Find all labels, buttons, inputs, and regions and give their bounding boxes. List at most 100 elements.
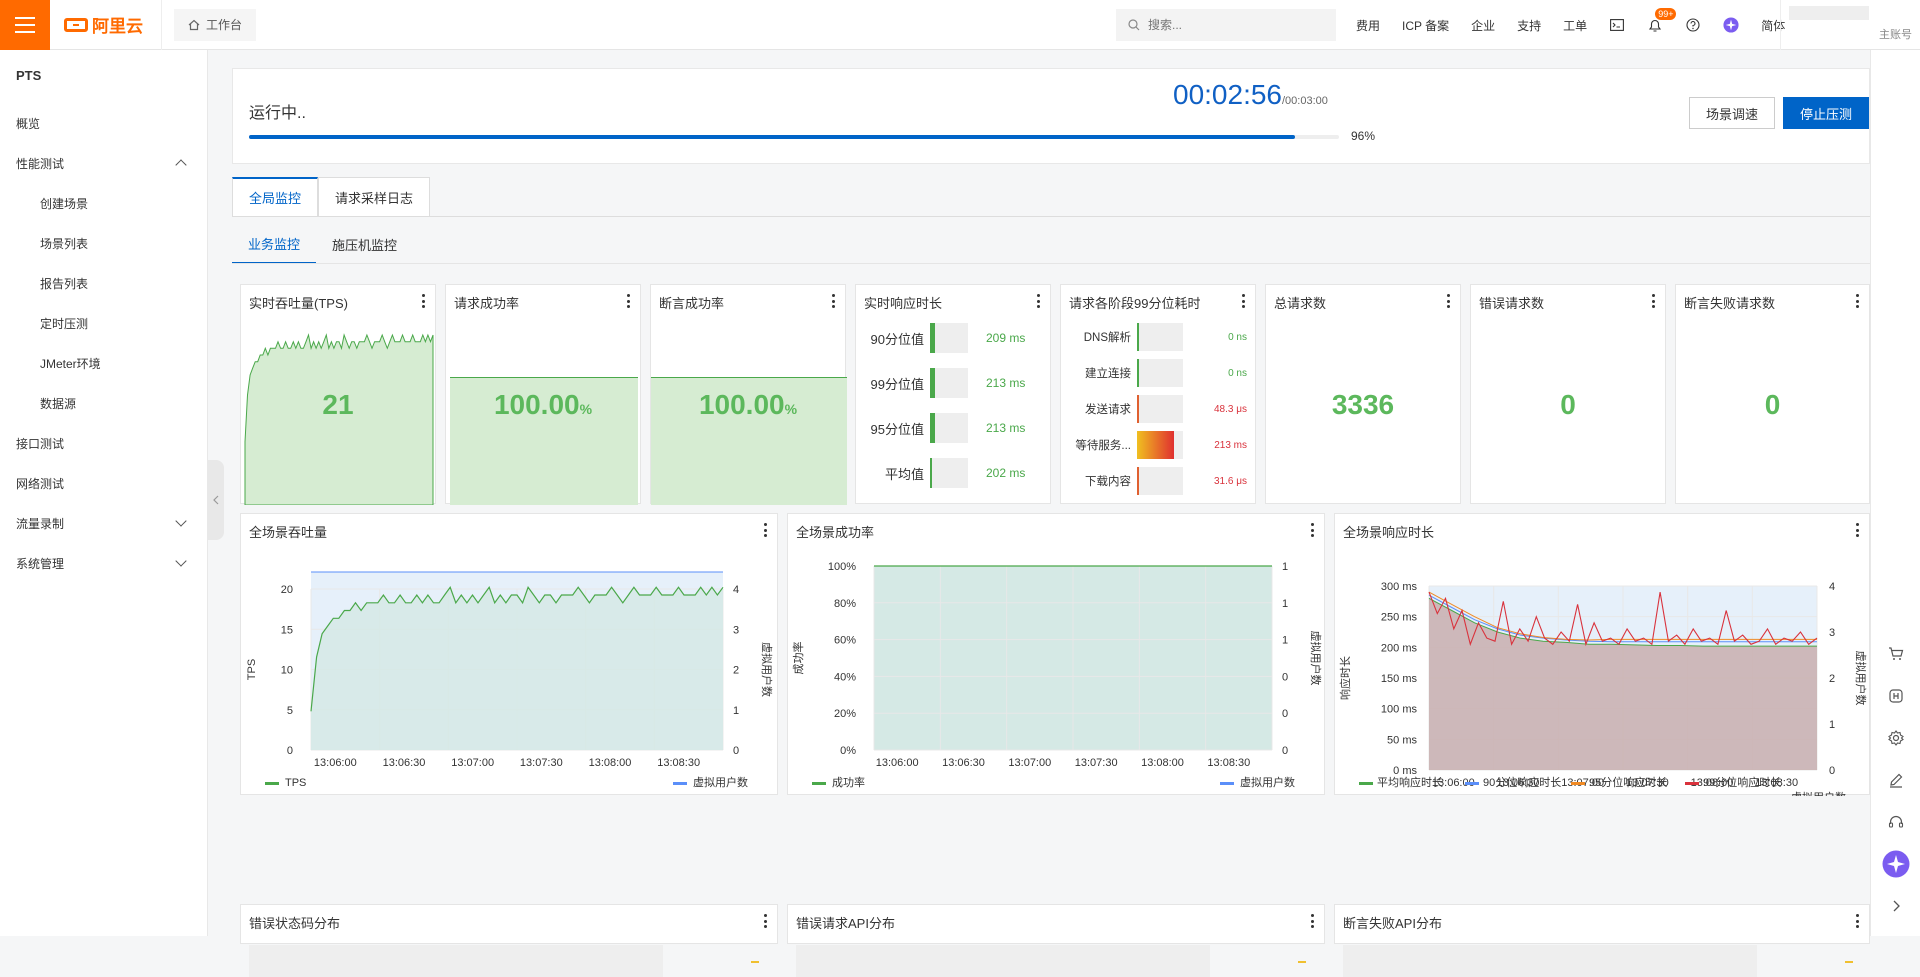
notification-badge: 99+: [1655, 8, 1677, 20]
nav-enterprise[interactable]: 企业: [1471, 17, 1495, 34]
x-tick-label: 13:08:00: [589, 757, 632, 769]
sidebar-item-api-test[interactable]: 接口测试: [0, 423, 207, 463]
success-chart: 0% 20% 40% 60% 80% 100% 0 0 0 1 1 1 13:06:00 13:06:30…: [791, 561, 1323, 789]
help-icon[interactable]: [1685, 17, 1701, 33]
chevron-down-icon: [175, 555, 187, 567]
sidebar-item-create-scene[interactable]: 创建场景: [0, 183, 207, 223]
rt-bar: [930, 458, 968, 488]
stage-row: 发送请求 48.3 μs: [1069, 395, 1259, 423]
legend-tps: TPS: [285, 777, 306, 789]
ai-assistant-icon[interactable]: [1723, 17, 1739, 33]
assistant-icon[interactable]: [1882, 850, 1910, 878]
menu-button[interactable]: [0, 0, 50, 50]
stage-label: 下载内容: [1085, 476, 1131, 488]
y2-tick-label: 0: [1829, 765, 1835, 777]
sidebar-collapse-handle[interactable]: [208, 460, 224, 540]
sidebar-item-scheduled[interactable]: 定时压测: [0, 303, 207, 343]
headset-icon[interactable]: [1886, 812, 1906, 832]
y2-tick-label: 0: [1282, 745, 1288, 757]
stage-row: 等待服务... 213 ms: [1069, 431, 1259, 459]
kpi-stage-card: 请求各阶段99分位耗时 DNS解析 0 ns 建立连接 0 ns 发送请求 48.3 μs…: [1060, 284, 1256, 504]
chip-icon[interactable]: [1886, 686, 1906, 706]
kpi-total-card: 总请求数 3336: [1265, 284, 1461, 504]
tab-sampling-log[interactable]: 请求采样日志: [318, 177, 431, 217]
tab-business-monitor[interactable]: 业务监控: [232, 224, 317, 264]
y2-tick-label: 0: [733, 745, 739, 757]
top-bar: 阿里云 工作台 费用 ICP 备案 企业 支持 工单 99+ 简体 主账号: [0, 0, 1920, 50]
more-icon[interactable]: [1032, 293, 1044, 309]
more-icon[interactable]: [622, 293, 634, 309]
tab-global-monitor[interactable]: 全局监控: [232, 177, 319, 217]
card-title: 请求成功率: [454, 296, 520, 311]
y-tick-label: 0 ms: [1393, 765, 1417, 777]
y2-tick-label: 1: [733, 705, 739, 717]
sidebar-item-report-list[interactable]: 报告列表: [0, 263, 207, 303]
terminal-icon[interactable]: [1609, 17, 1625, 33]
sidebar-item-perf-test[interactable]: 性能测试: [0, 143, 207, 183]
kpi-success-value: 100.00%: [493, 389, 593, 420]
loading-skeleton: [796, 945, 1210, 977]
card-title: 实时响应时长: [864, 296, 943, 311]
search-input[interactable]: [1148, 18, 1318, 32]
right-toolbar: [1870, 50, 1920, 936]
search-box[interactable]: [1116, 9, 1336, 41]
cart-icon[interactable]: [1886, 644, 1906, 664]
more-icon[interactable]: [1851, 913, 1863, 929]
card-title: 断言失败API分布: [1343, 916, 1442, 931]
more-icon[interactable]: [1442, 293, 1454, 309]
card-title: 错误状态码分布: [249, 916, 341, 931]
kpi-error-value: 0: [1560, 389, 1576, 420]
account-menu[interactable]: 主账号: [1780, 0, 1920, 50]
sidebar-item-overview[interactable]: 概览: [0, 103, 207, 143]
y2-axis-label: 虚拟用户数: [1309, 631, 1323, 686]
y-tick-label: 0%: [840, 745, 856, 757]
tps-chart: 0 5 10 15 20 0 1 2 3 4 13:06:00 13:06:30 13:07:00 13:…: [246, 571, 774, 789]
kpi-tps-card: 实时吞吐量(TPS) 21: [240, 284, 436, 505]
x-tick-label: 13:07:00: [451, 757, 494, 769]
more-icon[interactable]: [1237, 293, 1249, 309]
more-icon[interactable]: [759, 913, 771, 929]
chart-success-card: 全场景成功率 0% 20% 40% 60% 80% 100% 0 0 0 1 1 1 13:06:00 1…: [787, 513, 1325, 795]
bell-icon[interactable]: 99+: [1647, 8, 1677, 33]
sidebar-item-system[interactable]: 系统管理: [0, 543, 207, 583]
more-icon[interactable]: [827, 293, 839, 309]
kpi-assert-fail-value: 0: [1764, 389, 1781, 420]
settings-icon[interactable]: [1886, 728, 1906, 748]
aliyun-logo[interactable]: 阿里云: [50, 0, 162, 50]
rt-bar: [930, 413, 968, 443]
nav-support[interactable]: 支持: [1517, 17, 1541, 34]
err-code-card: 错误状态码分布: [240, 904, 778, 977]
y2-tick-label: 0: [1282, 708, 1288, 720]
stage-bar: [1137, 359, 1183, 387]
sidebar-item-traffic-record[interactable]: 流量录制: [0, 503, 207, 543]
logo-text: 阿里云: [92, 17, 143, 36]
tab-agent-monitor[interactable]: 施压机监控: [316, 224, 413, 264]
home-icon: [188, 19, 200, 30]
legend-swatch: [673, 782, 687, 785]
nav-ticket[interactable]: 工单: [1563, 17, 1587, 34]
nav-icp[interactable]: ICP 备案: [1402, 17, 1449, 34]
sidebar-item-scene-list[interactable]: 场景列表: [0, 223, 207, 263]
sidebar-item-datasource[interactable]: 数据源: [0, 383, 207, 423]
more-icon[interactable]: [1851, 293, 1863, 309]
more-icon[interactable]: [1647, 293, 1659, 309]
y2-tick-label: 3: [1829, 627, 1835, 639]
more-icon[interactable]: [1306, 913, 1318, 929]
sidebar-item-network-test[interactable]: 网络测试: [0, 463, 207, 503]
legend-swatch: [1685, 782, 1699, 785]
x-tick-label: 13:06:00: [876, 757, 919, 769]
rt-label: 90分位值: [870, 331, 924, 347]
nav-fees[interactable]: 费用: [1356, 17, 1380, 34]
kpi-assert-value: 100.00%: [698, 389, 798, 420]
workbench-button[interactable]: 工作台: [174, 8, 257, 41]
stop-test-button[interactable]: 停止压测: [1783, 97, 1869, 129]
scene-adjust-button[interactable]: 场景调速: [1689, 97, 1776, 129]
edit-icon[interactable]: [1886, 770, 1906, 790]
rt-row: 95分位值 213 ms: [864, 413, 1044, 443]
chevron-right-icon[interactable]: [1886, 896, 1906, 916]
card-title: 断言失败请求数: [1684, 296, 1776, 311]
rt-bar: [930, 368, 968, 398]
stage-bar-fill: [1137, 359, 1139, 387]
sidebar-item-jmeter[interactable]: JMeter环境: [0, 343, 207, 383]
kpi-error-card: 错误请求数 0: [1470, 284, 1666, 504]
